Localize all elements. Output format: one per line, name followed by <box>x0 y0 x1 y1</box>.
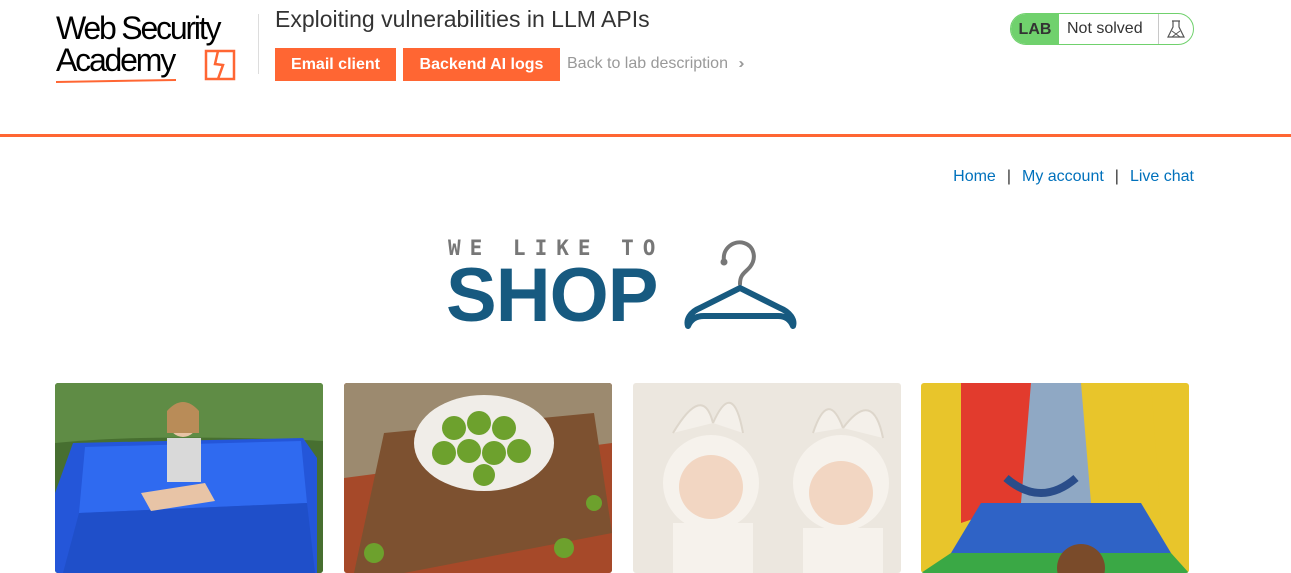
product-image <box>344 383 612 573</box>
product-image <box>55 383 323 573</box>
double-chevron-right-icon: ›› <box>738 55 744 72</box>
hanger-icon <box>684 240 797 329</box>
web-security-academy-logo[interactable]: Web Security Academy <box>56 10 256 84</box>
nav-live-chat-link[interactable]: Live chat <box>1130 168 1194 185</box>
back-link-label: Back to lab description <box>567 55 728 72</box>
nav-home-link[interactable]: Home <box>953 168 996 185</box>
product-card[interactable] <box>344 383 612 573</box>
back-to-lab-description-link[interactable]: Back to lab description ›› <box>567 55 744 73</box>
product-image <box>633 383 901 573</box>
nav-separator: | <box>1114 168 1119 185</box>
header-divider <box>258 14 259 74</box>
product-image <box>921 383 1189 573</box>
lab-status-widget: LAB Not solved <box>1010 13 1194 45</box>
product-card[interactable] <box>633 383 901 573</box>
lab-status-text: Not solved <box>1067 20 1143 37</box>
top-navigation: Home | My account | Live chat <box>953 168 1194 186</box>
logo-underline <box>56 78 176 84</box>
product-card[interactable] <box>921 383 1189 573</box>
flask-icon-container <box>1158 14 1193 44</box>
shop-banner: WE LIKE TO SHOP <box>446 236 800 336</box>
lab-badge: LAB <box>1011 14 1059 44</box>
banner-headline: SHOP <box>446 253 658 338</box>
product-card[interactable] <box>55 383 323 573</box>
lab-title: Exploiting vulnerabilities in LLM APIs <box>275 6 650 32</box>
flask-icon <box>1167 20 1185 38</box>
logo-line2: Academy <box>56 42 176 78</box>
email-client-button[interactable]: Email client <box>275 48 396 81</box>
lightning-icon <box>204 49 236 81</box>
nav-my-account-link[interactable]: My account <box>1022 168 1104 185</box>
logo-line1: Web Security <box>56 10 222 46</box>
backend-ai-logs-button[interactable]: Backend AI logs <box>403 48 560 81</box>
academy-header: Web Security Academy Exploiting vulnerab… <box>0 0 1291 137</box>
nav-separator: | <box>1006 168 1011 185</box>
